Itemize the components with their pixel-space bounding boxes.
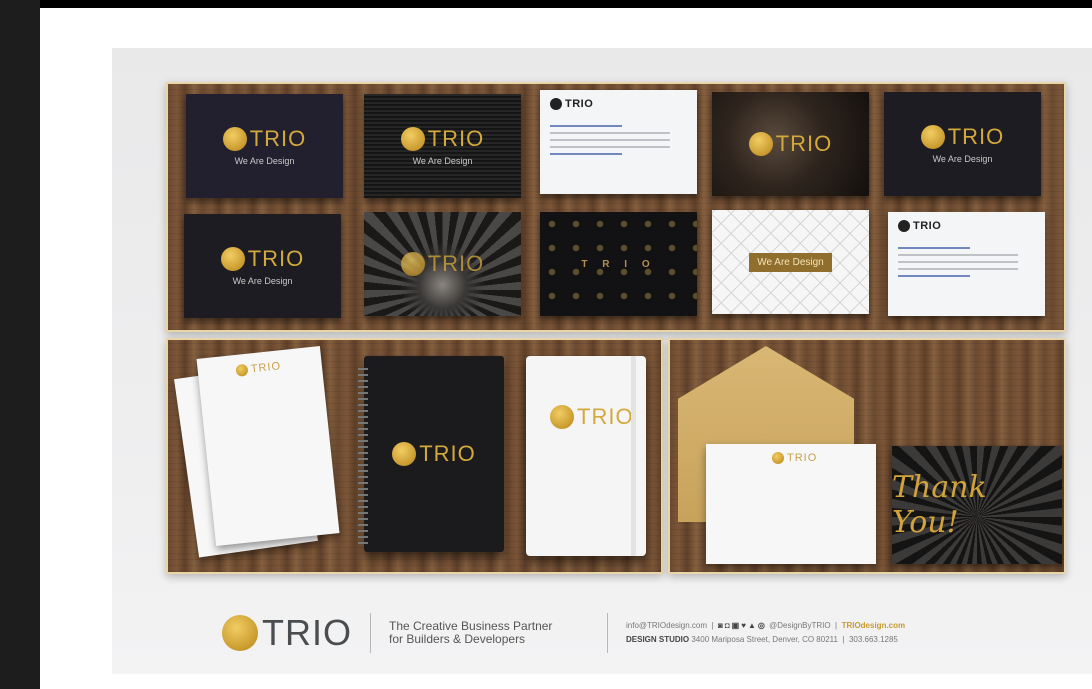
footer-divider <box>370 613 371 653</box>
image-viewer: TRIO We Are Design TRIO We Are Design TR… <box>40 8 1092 689</box>
poster-footer: TRIO The Creative Business Partner for B… <box>222 608 1022 658</box>
journal-band <box>631 356 636 556</box>
footer-social-handle: @DesignByTRIO <box>769 621 831 630</box>
notecard-brand-text: TRIO <box>787 452 818 464</box>
business-card-photo: TRIO <box>712 92 869 196</box>
trio-logo-icon <box>222 615 258 651</box>
trio-logo-icon <box>550 405 574 429</box>
lightbox-sidebar <box>0 0 40 689</box>
footer-logo-text: TRIO <box>262 612 352 653</box>
card-brand-text: TRIO <box>565 98 594 110</box>
trio-logo-icon <box>400 252 425 276</box>
card-brand-text: TRIO <box>249 126 307 151</box>
trio-logo-icon <box>220 247 245 271</box>
business-card-pattern: T R I O <box>540 212 697 316</box>
thank-you-card: Thank You! <box>892 446 1062 564</box>
gold-plate-text: We Are Design <box>749 252 832 272</box>
footer-address: 3400 Mariposa Street, Denver, CO 80211 <box>691 635 838 644</box>
letterhead-front: TRIO <box>196 346 340 546</box>
trio-logo-icon <box>772 452 784 464</box>
card-tagline: We Are Design <box>234 156 295 166</box>
footer-email: info@TRIOdesign.com <box>626 621 708 630</box>
notebook-brand-text: TRIO <box>419 441 476 466</box>
footer-tagline: The Creative Business Partner for Builde… <box>389 620 589 646</box>
trio-logo-icon <box>222 127 247 151</box>
trio-logo-icon <box>392 442 417 466</box>
card-brand-text: TRIO <box>775 131 833 156</box>
business-card-light: TRIO <box>540 90 697 194</box>
business-card-feather: TRIO <box>364 212 521 316</box>
trio-logo-icon <box>920 125 945 149</box>
card-tagline: We Are Design <box>932 154 993 164</box>
business-card-navy: TRIO We Are Design <box>186 94 343 198</box>
footer-divider <box>607 613 608 653</box>
footer-contact: info@TRIOdesign.com | ◙◘▣♥▲◎ @DesignByTR… <box>626 621 906 644</box>
trio-logo-icon <box>748 132 773 156</box>
white-journal: TRIO <box>526 356 646 556</box>
thank-you-text: Thank You! <box>892 470 987 540</box>
social-icons: ◙◘▣♥▲◎ <box>718 621 767 630</box>
footer-logo: TRIO <box>222 612 352 654</box>
business-card-dark: TRIO We Are Design <box>184 214 341 318</box>
stationery-panel: TRIO TRIO TRIO <box>166 338 663 574</box>
pattern-brand-text: T R I O <box>581 258 656 270</box>
card-brand-text: TRIO <box>427 251 485 276</box>
card-contact-lines <box>898 242 1018 282</box>
business-card-lattice: We Are Design <box>712 210 869 314</box>
lightbox-topbar <box>40 0 1092 8</box>
trio-logo-icon <box>400 127 425 151</box>
card-brand-text: TRIO <box>427 126 485 151</box>
business-card-light: TRIO <box>888 212 1045 316</box>
footer-website: TRIOdesign.com <box>841 621 906 630</box>
card-brand-text: TRIO <box>947 124 1005 149</box>
card-tagline: We Are Design <box>412 156 473 166</box>
footer-phone: 303.663.1285 <box>848 635 898 644</box>
card-brand-text: TRIO <box>913 220 942 232</box>
spiral-notebook: TRIO <box>358 356 504 552</box>
envelope-panel: TRIO Thank You! <box>668 338 1066 574</box>
card-brand-text: TRIO <box>247 246 305 271</box>
trio-logo-icon <box>235 363 249 377</box>
business-cards-panel: TRIO We Are Design TRIO We Are Design TR… <box>166 82 1066 332</box>
notecard: TRIO <box>706 444 876 564</box>
footer-tagline-line2: for Builders & Developers <box>389 632 526 646</box>
notebook-spiral <box>358 364 368 544</box>
business-card-dark: TRIO We Are Design <box>884 92 1041 196</box>
footer-studio-label: DESIGN STUDIO <box>626 635 690 644</box>
card-tagline: We Are Design <box>232 276 293 286</box>
business-card-stripe: TRIO We Are Design <box>364 94 521 198</box>
trio-logo-icon <box>550 98 562 110</box>
journal-brand-text: TRIO <box>577 404 634 429</box>
card-contact-lines <box>550 120 670 160</box>
portfolio-image[interactable]: TRIO We Are Design TRIO We Are Design TR… <box>112 48 1092 674</box>
trio-logo-icon <box>898 220 910 232</box>
letterhead-brand-text: TRIO <box>250 360 282 376</box>
